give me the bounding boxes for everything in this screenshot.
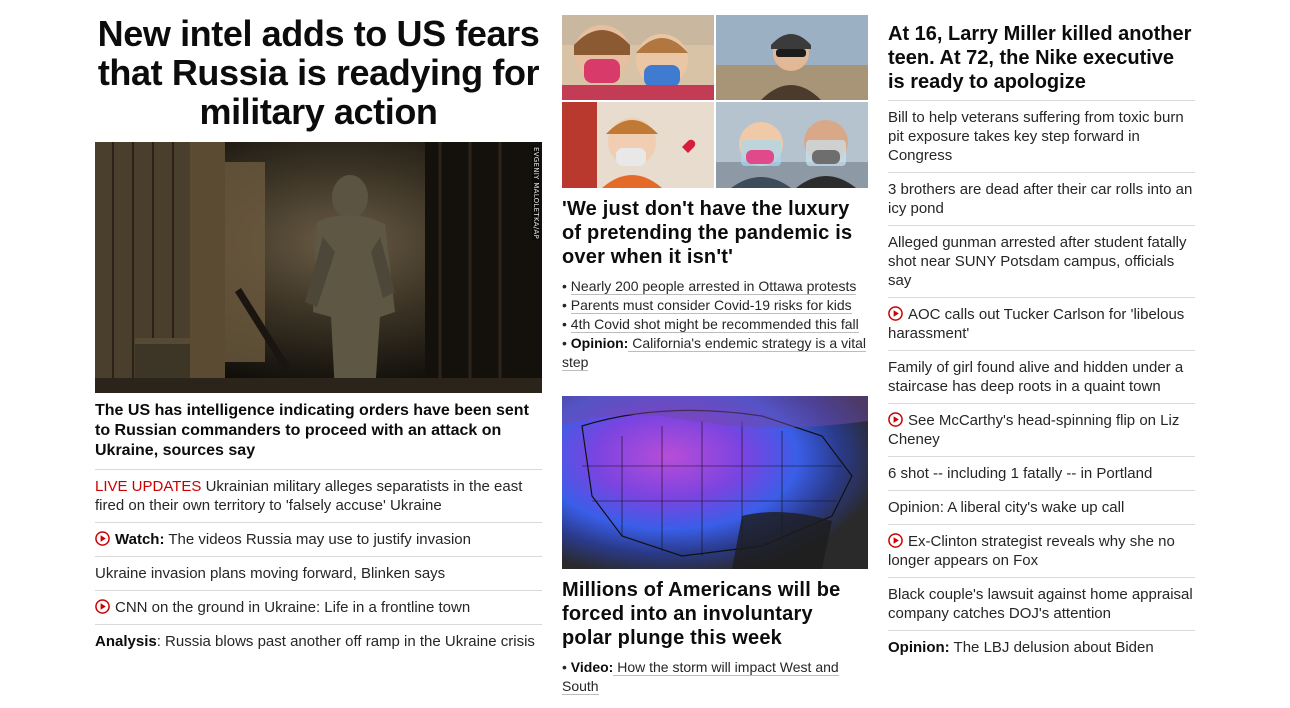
list-item-text: Bill to help veterans suffering from tox… (888, 109, 1184, 164)
list-item-text: 6 shot -- including 1 fatally -- in Port… (888, 465, 1153, 482)
bullet-item[interactable]: • Nearly 200 people arrested in Ottawa p… (562, 277, 868, 296)
live-updates-label: LIVE UPDATES (95, 478, 202, 495)
pandemic-bullet-list: • Nearly 200 people arrested in Ottawa p… (562, 277, 868, 372)
opinion-label: Opinion: (888, 639, 950, 656)
lead-caption[interactable]: The US has intelligence indicating order… (95, 401, 542, 470)
list-item-watch-videos[interactable]: Watch: The videos Russia may use to just… (95, 523, 542, 557)
pandemic-photo-collage[interactable] (562, 15, 868, 188)
lead-story-column: New intel adds to US fears that Russia i… (95, 14, 542, 658)
list-item-text: See McCarthy's head-spinning flip on Liz… (888, 412, 1180, 448)
bullet-link[interactable]: Nearly 200 people arrested in Ottawa pro… (570, 278, 857, 295)
list-item-text: Opinion: A liberal city's wake up call (888, 499, 1125, 516)
collage-photo (716, 102, 868, 188)
storm-bullet-list: • Video: How the storm will impact West … (562, 658, 868, 696)
play-icon (888, 412, 903, 427)
collage-photo (716, 15, 868, 100)
middle-column: 'We just don't have the luxury of preten… (562, 15, 868, 696)
bullet-item[interactable]: • Parents must consider Covid-19 risks f… (562, 296, 868, 315)
list-item-opinion[interactable]: Opinion: The LBJ delusion about Biden (888, 631, 1195, 664)
list-item[interactable]: Opinion: A liberal city's wake up call (888, 491, 1195, 525)
list-item-text: Alleged gunman arrested after student fa… (888, 234, 1187, 289)
pandemic-headline[interactable]: 'We just don't have the luxury of preten… (562, 197, 868, 269)
polar-plunge-headline[interactable]: Millions of Americans will be forced int… (562, 578, 868, 650)
bullet-item[interactable]: • 4th Covid shot might be recommended th… (562, 315, 868, 334)
nike-headline[interactable]: At 16, Larry Miller killed another teen.… (888, 22, 1195, 101)
list-item-blinken[interactable]: Ukraine invasion plans moving forward, B… (95, 557, 542, 591)
right-column: At 16, Larry Miller killed another teen.… (888, 22, 1195, 664)
list-item-text: The videos Russia may use to justify inv… (164, 531, 471, 548)
play-icon (95, 531, 110, 546)
play-icon (888, 533, 903, 548)
bullet-item[interactable]: • Video: How the storm will impact West … (562, 658, 868, 696)
list-item-text: 3 brothers are dead after their car roll… (888, 181, 1193, 217)
collage-photo (562, 15, 714, 100)
watch-label: Watch: (115, 531, 165, 548)
list-item[interactable]: Black couple's lawsuit against home appr… (888, 578, 1195, 631)
video-label: Video: (570, 659, 614, 675)
image-credit: EVGENIY MALOLETKA/AP (532, 146, 540, 241)
list-item[interactable]: 6 shot -- including 1 fatally -- in Port… (888, 457, 1195, 491)
list-item-text: Ukraine invasion plans moving forward, B… (95, 565, 446, 582)
list-item-analysis[interactable]: Analysis: Russia blows past another off … (95, 625, 542, 658)
list-item-video[interactable]: Ex-Clinton strategist reveals why she no… (888, 525, 1195, 578)
play-icon (888, 306, 903, 321)
bullet-item[interactable]: • Opinion: California's endemic strategy… (562, 334, 868, 372)
list-item-text: CNN on the ground in Ukraine: Life in a … (115, 599, 471, 616)
list-item-text: AOC calls out Tucker Carlson for 'libelo… (888, 306, 1185, 342)
list-item-text: The LBJ delusion about Biden (949, 639, 1154, 656)
bullet-link[interactable]: Parents must consider Covid-19 risks for… (570, 297, 852, 314)
play-icon (95, 599, 110, 614)
list-item[interactable]: 3 brothers are dead after their car roll… (888, 173, 1195, 226)
list-item-text: Black couple's lawsuit against home appr… (888, 586, 1193, 622)
bullet-link[interactable]: 4th Covid shot might be recommended this… (570, 316, 859, 333)
collage-photo (562, 102, 714, 188)
list-item-text: Ex-Clinton strategist reveals why she no… (888, 533, 1175, 569)
list-item-video[interactable]: AOC calls out Tucker Carlson for 'libelo… (888, 298, 1195, 351)
list-item[interactable]: Alleged gunman arrested after student fa… (888, 226, 1195, 298)
list-item-text: : Russia blows past another off ramp in … (156, 633, 535, 650)
opinion-label: Opinion: (570, 335, 629, 351)
list-item-live-updates[interactable]: LIVE UPDATES Ukrainian military alleges … (95, 470, 542, 523)
list-item-video[interactable]: See McCarthy's head-spinning flip on Liz… (888, 404, 1195, 457)
analysis-label: Analysis (95, 633, 157, 650)
list-item[interactable]: Family of girl found alive and hidden un… (888, 351, 1195, 404)
lead-story-image[interactable]: EVGENIY MALOLETKA/AP (95, 142, 542, 393)
weather-map-image[interactable] (562, 396, 868, 569)
lead-headline[interactable]: New intel adds to US fears that Russia i… (95, 14, 542, 131)
list-item-text: Family of girl found alive and hidden un… (888, 359, 1184, 395)
list-item[interactable]: Bill to help veterans suffering from tox… (888, 101, 1195, 173)
list-item-frontline-town[interactable]: CNN on the ground in Ukraine: Life in a … (95, 591, 542, 625)
